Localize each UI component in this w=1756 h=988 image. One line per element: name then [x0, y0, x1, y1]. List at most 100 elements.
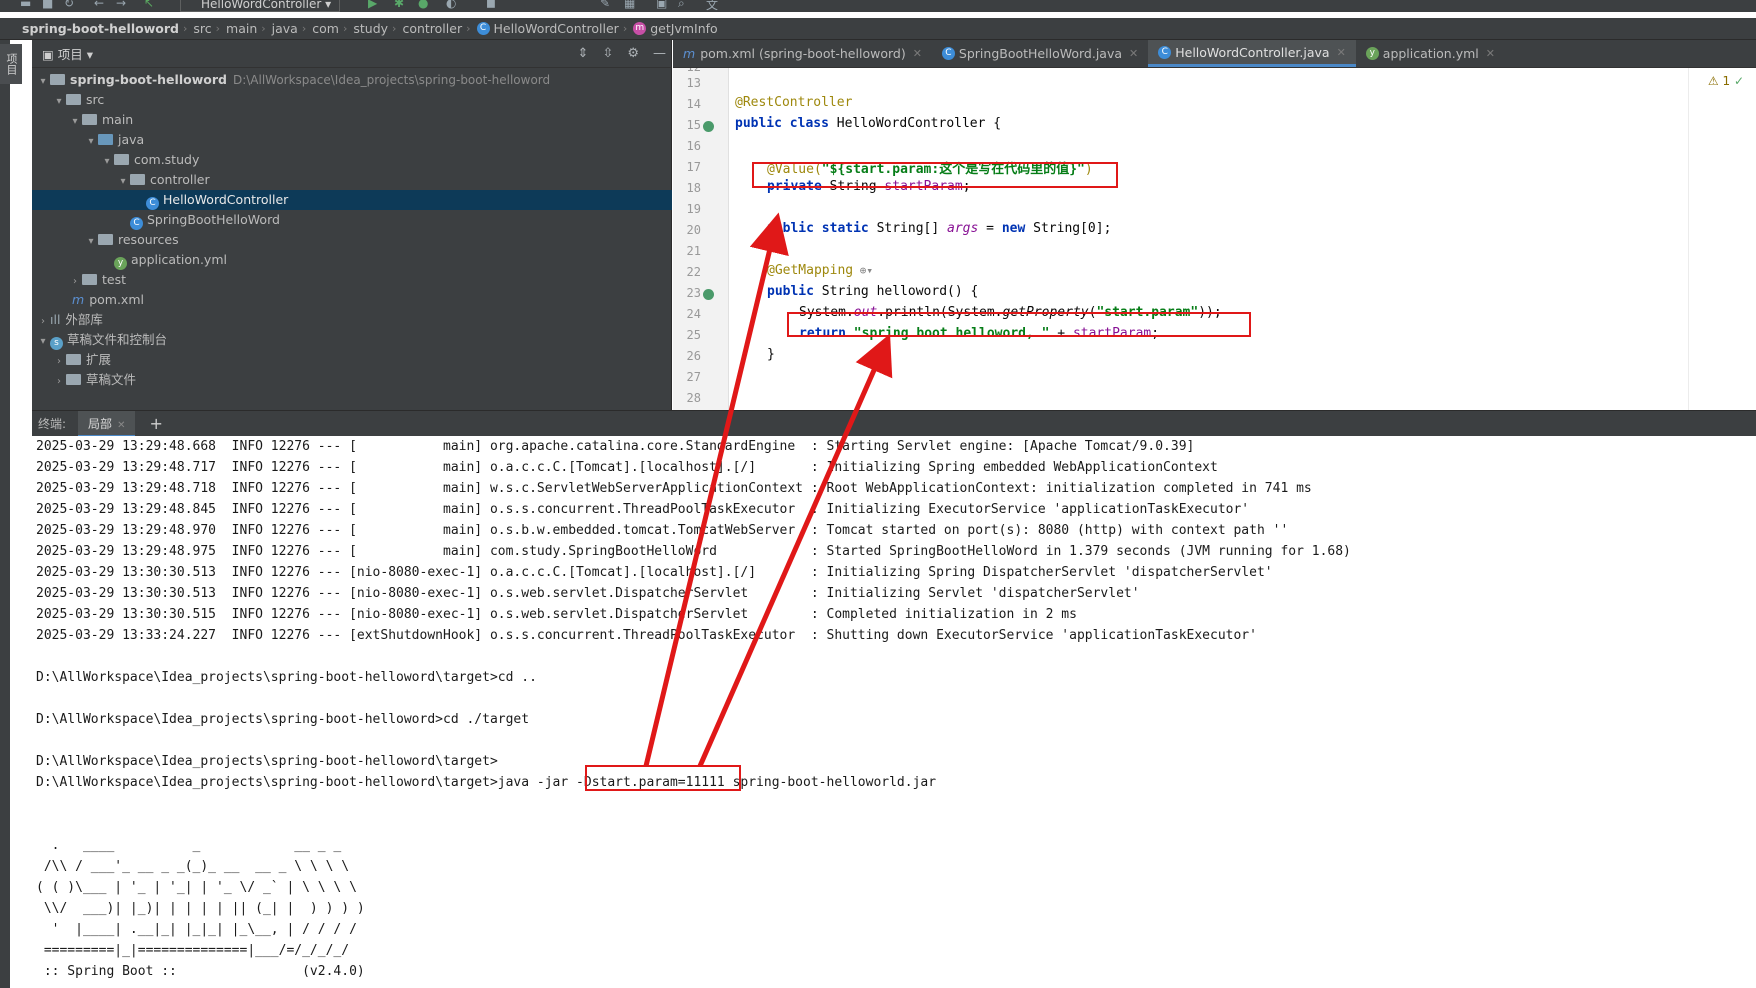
gear-icon[interactable]: ⚙ [627, 46, 639, 61]
run-configuration-select[interactable]: HelloWordController ▾ [180, 0, 341, 12]
terminal-line: D:\AllWorkspace\Idea_projects\spring-boo… [36, 754, 498, 769]
tree-item-scratch-files[interactable]: › 草稿文件 [32, 370, 672, 390]
close-icon[interactable]: ✕ [1337, 46, 1346, 59]
resources-folder-icon [98, 234, 113, 245]
tree-item-project-root[interactable]: ▾ spring-boot-helloword D:\AllWorkspace\Id… [32, 70, 672, 90]
close-icon[interactable]: ✕ [117, 420, 125, 431]
spring-bean-gutter-icon[interactable] [703, 121, 714, 132]
tree-item-external-libraries[interactable]: › ıll 外部库 [32, 310, 672, 330]
chevron-right-icon[interactable]: › [52, 372, 66, 392]
tab-hellowordcontroller[interactable]: C HelloWordController.java ✕ [1148, 40, 1356, 67]
line-number: 28 [686, 391, 701, 405]
tree-item-extensions[interactable]: › 扩展 [32, 350, 672, 370]
terminal-icon[interactable]: ▣ [656, 0, 667, 10]
tree-item-hellowordcontroller[interactable]: C HelloWordController [32, 190, 672, 210]
hide-panel-icon[interactable]: — [653, 46, 666, 61]
build-icon[interactable]: ↖ [144, 0, 154, 10]
line-number: 14 [686, 97, 701, 111]
terminal-output[interactable]: 2025-03-29 13:29:48.668 INFO 12276 --- [… [32, 436, 1756, 988]
chevron-down-icon[interactable]: ▾ [116, 172, 130, 192]
tab-pom-xml[interactable]: m pom.xml (spring-boot-helloword) ✕ [673, 40, 932, 67]
tree-item-controller[interactable]: ▾ controller [32, 170, 672, 190]
annotation-box-value [752, 162, 1118, 188]
tree-item-scratches[interactable]: ▾ s 草稿文件和控制台 [32, 330, 672, 350]
yaml-file-icon: y [114, 257, 127, 270]
tree-item-application-yml[interactable]: y application.yml [32, 250, 672, 270]
profile-icon[interactable]: ◐ [446, 0, 456, 10]
search-icon[interactable]: ⌕ [678, 0, 685, 11]
globe-icon[interactable]: ⊕▾ [853, 264, 873, 277]
save-icon[interactable]: ■ [42, 0, 53, 10]
folder-icon [66, 354, 81, 365]
collapse-all-icon[interactable]: ⇳ [602, 46, 613, 61]
tree-item-springboothelloword[interactable]: C SpringBootHelloWord [32, 210, 672, 230]
warning-indicator[interactable]: ⚠ 1 ✓ [1708, 74, 1744, 88]
tab-label: HelloWordController.java [1175, 44, 1330, 60]
stop-icon[interactable]: ◼ [486, 0, 496, 10]
tab-label: application.yml [1382, 46, 1479, 61]
code-editor[interactable]: 12 13 14 15 16 17 18 19 20 21 22 23 24 2… [673, 68, 1756, 410]
breadcrumb-item-main[interactable]: main [226, 21, 257, 36]
chevron-down-icon[interactable]: ▾ [68, 112, 82, 132]
tree-item-src[interactable]: ▾ src [32, 90, 672, 110]
terminal-line: 2025-03-29 13:29:48.718 INFO 12276 --- [… [36, 481, 1312, 496]
debug-icon[interactable]: ✱ [394, 0, 404, 10]
terminal-line: D:\AllWorkspace\Idea_projects\spring-boo… [36, 775, 937, 790]
run-config-label: HelloWordController [201, 0, 322, 11]
run-icon[interactable]: ▶ [368, 0, 377, 10]
breadcrumb-item-com[interactable]: com [312, 21, 339, 36]
chevron-right-icon[interactable]: › [36, 312, 50, 332]
breadcrumb-item-class[interactable]: HelloWordController [494, 21, 619, 36]
breadcrumb-item-study[interactable]: study [353, 21, 388, 36]
chevron-down-icon[interactable]: ▾ [52, 92, 66, 112]
tree-item-java[interactable]: ▾ java [32, 130, 672, 150]
breadcrumb-item-java[interactable]: java [272, 21, 298, 36]
tree-item-label: spring-boot-helloword [70, 72, 227, 87]
back-icon[interactable]: ← [94, 0, 104, 10]
chevron-down-icon[interactable]: ▾ [36, 72, 50, 92]
translate-icon[interactable]: 文 [706, 0, 718, 12]
chevron-right-icon[interactable]: › [68, 272, 82, 292]
tree-item-com-study[interactable]: ▾ com.study [32, 150, 672, 170]
code-token: = [978, 221, 1002, 236]
chevron-down-icon[interactable]: ▾ [84, 232, 98, 252]
breadcrumb-item-method[interactable]: getJvmInfo [650, 21, 717, 36]
tree-item-main[interactable]: ▾ main [32, 110, 672, 130]
coverage-icon[interactable]: ● [418, 0, 428, 10]
tree-item-resources[interactable]: ▾ resources [32, 230, 672, 250]
new-terminal-plus-icon[interactable]: + [149, 414, 162, 433]
settings-wrench-icon[interactable]: ✎ [600, 0, 610, 10]
tab-local-terminal[interactable]: 局部 ✕ [78, 410, 136, 437]
line-number: 16 [686, 139, 701, 153]
chevron-right-icon[interactable]: › [52, 352, 66, 372]
tree-item-test[interactable]: › test [32, 270, 672, 290]
project-panel-title[interactable]: ▣ 项目 ▾ [42, 44, 93, 63]
terminal-line: D:\AllWorkspace\Idea_projects\spring-boo… [36, 670, 537, 685]
breadcrumb-item-src[interactable]: src [193, 21, 211, 36]
terminal-line: ' |____| .__|_| |_|_| |_\__, | / / / / [36, 922, 357, 937]
close-icon[interactable]: ✕ [913, 47, 922, 60]
keyword-token: public [767, 284, 814, 299]
terminal-line: /\\ / ___'_ __ _ _(_)_ __ __ _ \ \ \ \ [36, 859, 350, 874]
tab-application-yml[interactable]: y application.yml ✕ [1356, 40, 1505, 67]
project-structure-icon[interactable]: ▦ [624, 0, 635, 10]
tab-springboothelloword[interactable]: C SpringBootHelloWord.java ✕ [932, 40, 1148, 67]
close-icon[interactable]: ✕ [1129, 47, 1138, 60]
chevron-down-icon[interactable]: ▾ [84, 132, 98, 152]
chevron-down-icon[interactable]: ▾ [36, 332, 50, 352]
spring-mapping-gutter-icon[interactable] [703, 289, 714, 300]
close-icon[interactable]: ✕ [1486, 47, 1495, 60]
line-number: 22 [686, 265, 701, 279]
expand-all-icon[interactable]: ⇕ [578, 46, 589, 61]
keyword-token: public class [735, 116, 829, 131]
forward-icon[interactable]: → [116, 0, 126, 10]
breadcrumb-item-project[interactable]: spring-boot-helloword [22, 21, 179, 36]
project-tool-window-button[interactable]: 项目 [0, 44, 22, 84]
sync-icon[interactable]: ↻ [64, 0, 74, 10]
chevron-down-icon[interactable]: ▾ [100, 152, 114, 172]
tree-item-pom-xml[interactable]: m pom.xml [32, 290, 672, 310]
keyword-token: public static [767, 221, 869, 236]
line-number-gutter: 12 13 14 15 16 17 18 19 20 21 22 23 24 2… [673, 68, 729, 410]
breadcrumb-item-controller[interactable]: controller [402, 21, 462, 36]
open-icon[interactable]: ▬ [20, 0, 31, 10]
